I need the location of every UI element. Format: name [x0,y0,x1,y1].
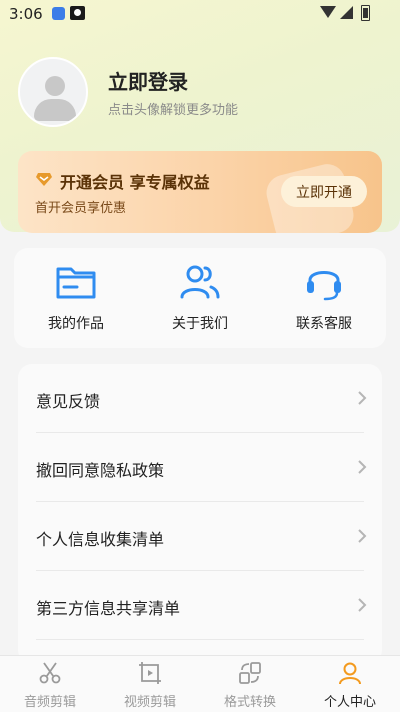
status-time: 3:06 [9,5,43,23]
login-subtitle: 点击头像解锁更多功能 [108,103,239,118]
notification-app-icon-2 [70,6,85,20]
quick-action-about-us[interactable]: 关于我们 [138,248,262,348]
quick-action-contact-service[interactable]: 联系客服 [262,248,386,348]
signal-icon [340,6,353,19]
menu-item-label: 撤回同意隐私政策 [36,461,165,480]
chevron-right-icon [358,391,367,405]
quick-actions-card: 我的作品 关于我们 联系客服 [14,248,386,348]
video-clip-icon [139,662,161,684]
tab-label: 音频剪辑 [23,695,76,710]
quick-action-label: 关于我们 [172,316,228,332]
quick-action-my-works[interactable]: 我的作品 [14,248,138,348]
bottom-tab-bar: 音频剪辑 视频剪辑 格式转换 个人中心 [0,655,400,712]
tab-audio-edit[interactable]: 音频剪辑 [0,656,100,712]
notification-app-icon [52,7,65,20]
status-bar: 3:06 [0,0,400,28]
menu-item-third-party-share[interactable]: 第三方信息共享清单 [18,571,382,640]
wifi-icon [320,6,336,18]
divider [36,639,364,640]
tab-format-convert[interactable]: 格式转换 [200,656,300,712]
login-title[interactable]: 立即登录 [108,66,188,95]
chevron-right-icon [358,529,367,543]
chevron-right-icon [358,460,367,474]
menu-item-label: 第三方信息共享清单 [36,599,181,618]
scissors-icon [39,662,61,684]
convert-icon [239,662,261,684]
avatar-head-icon [45,76,65,96]
chevron-right-icon [358,598,367,612]
headset-icon [307,271,341,301]
users-icon [180,265,220,299]
tab-label: 个人中心 [323,695,376,710]
vip-banner[interactable]: 开通会员 享专属权益 首开会员享优惠 立即开通 [18,151,382,233]
battery-icon [361,5,370,21]
person-icon [339,662,361,685]
tab-label: 视频剪辑 [123,695,176,710]
vip-subtitle: 首开会员享优惠 [35,201,127,216]
avatar[interactable] [18,57,88,127]
menu-item-label: 个人信息收集清单 [36,530,165,549]
vip-title: 开通会员 享专属权益 [60,173,210,192]
tab-video-edit[interactable]: 视频剪辑 [100,656,200,712]
tab-personal-center[interactable]: 个人中心 [300,656,400,712]
menu-item-label: 意见反馈 [36,392,101,411]
folder-icon [56,267,96,299]
quick-action-label: 我的作品 [48,316,104,332]
tab-label: 格式转换 [223,695,276,710]
settings-menu: 意见反馈 撤回同意隐私政策 个人信息收集清单 第三方信息共享清单 [18,364,382,664]
menu-item-personal-info-list[interactable]: 个人信息收集清单 [18,502,382,571]
menu-item-withdraw-privacy[interactable]: 撤回同意隐私政策 [18,433,382,502]
quick-action-label: 联系客服 [296,316,352,332]
vip-open-button[interactable]: 立即开通 [281,176,367,207]
avatar-body-icon [34,99,76,121]
menu-item-feedback[interactable]: 意见反馈 [18,364,382,433]
vip-diamond-icon [36,173,52,186]
